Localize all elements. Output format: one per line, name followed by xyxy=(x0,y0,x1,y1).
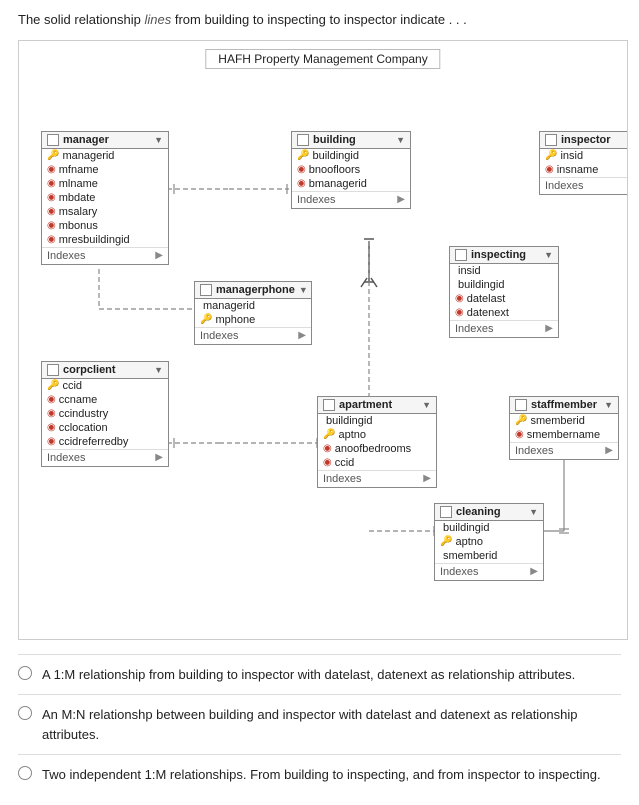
option-a[interactable]: A 1:M relationship from building to insp… xyxy=(18,654,621,695)
table-inspecting: inspecting ▼ insid buildingid ◉datelast … xyxy=(449,246,559,338)
option-c-label: Two independent 1:M relationships. From … xyxy=(42,765,601,785)
table-apartment-title: apartment xyxy=(339,399,392,411)
table-cleaning-title: cleaning xyxy=(456,506,501,518)
table-corpclient-title: corpclient xyxy=(63,364,116,376)
option-c[interactable]: Two independent 1:M relationships. From … xyxy=(18,754,621,795)
table-managerphone: managerphone ▼ managerid 🔑mphone Indexes… xyxy=(194,281,312,345)
option-b-label: An M:N relationshp between building and … xyxy=(42,705,621,744)
option-a-radio[interactable] xyxy=(18,666,32,680)
option-b-radio[interactable] xyxy=(18,706,32,720)
option-c-radio[interactable] xyxy=(18,766,32,780)
table-managerphone-title: managerphone xyxy=(216,284,295,296)
table-manager: manager ▼ 🔑managerid ◉mfname ◉mlname ◉mb… xyxy=(41,131,169,265)
table-inspector-title: inspector xyxy=(561,134,611,146)
table-cleaning: cleaning ▼ buildingid 🔑aptno smemberid I… xyxy=(434,503,544,581)
table-inspector: inspector ▼ 🔑insid ◉insname Indexes▶ xyxy=(539,131,628,195)
intro-text: The solid relationship lines from buildi… xyxy=(18,10,621,30)
table-manager-title: manager xyxy=(63,134,109,146)
option-a-label: A 1:M relationship from building to insp… xyxy=(42,665,575,685)
options-section: A 1:M relationship from building to insp… xyxy=(18,654,621,795)
table-staffmember-title: staffmember xyxy=(531,399,597,411)
table-inspecting-title: inspecting xyxy=(471,249,526,261)
table-staffmember: staffmember ▼ 🔑smemberid ◉smembername In… xyxy=(509,396,619,460)
table-corpclient: corpclient ▼ 🔑ccid ◉ccname ◉ccindustry ◉… xyxy=(41,361,169,467)
table-building-title: building xyxy=(313,134,356,146)
table-building: building ▼ 🔑buildingid ◉bnoofloors ◉bman… xyxy=(291,131,411,209)
diagram-title: HAFH Property Management Company xyxy=(205,49,440,69)
option-b[interactable]: An M:N relationshp between building and … xyxy=(18,694,621,754)
table-apartment: apartment ▼ buildingid 🔑aptno ◉anoofbedr… xyxy=(317,396,437,488)
er-diagram: HAFH Property Management Company xyxy=(18,40,628,640)
